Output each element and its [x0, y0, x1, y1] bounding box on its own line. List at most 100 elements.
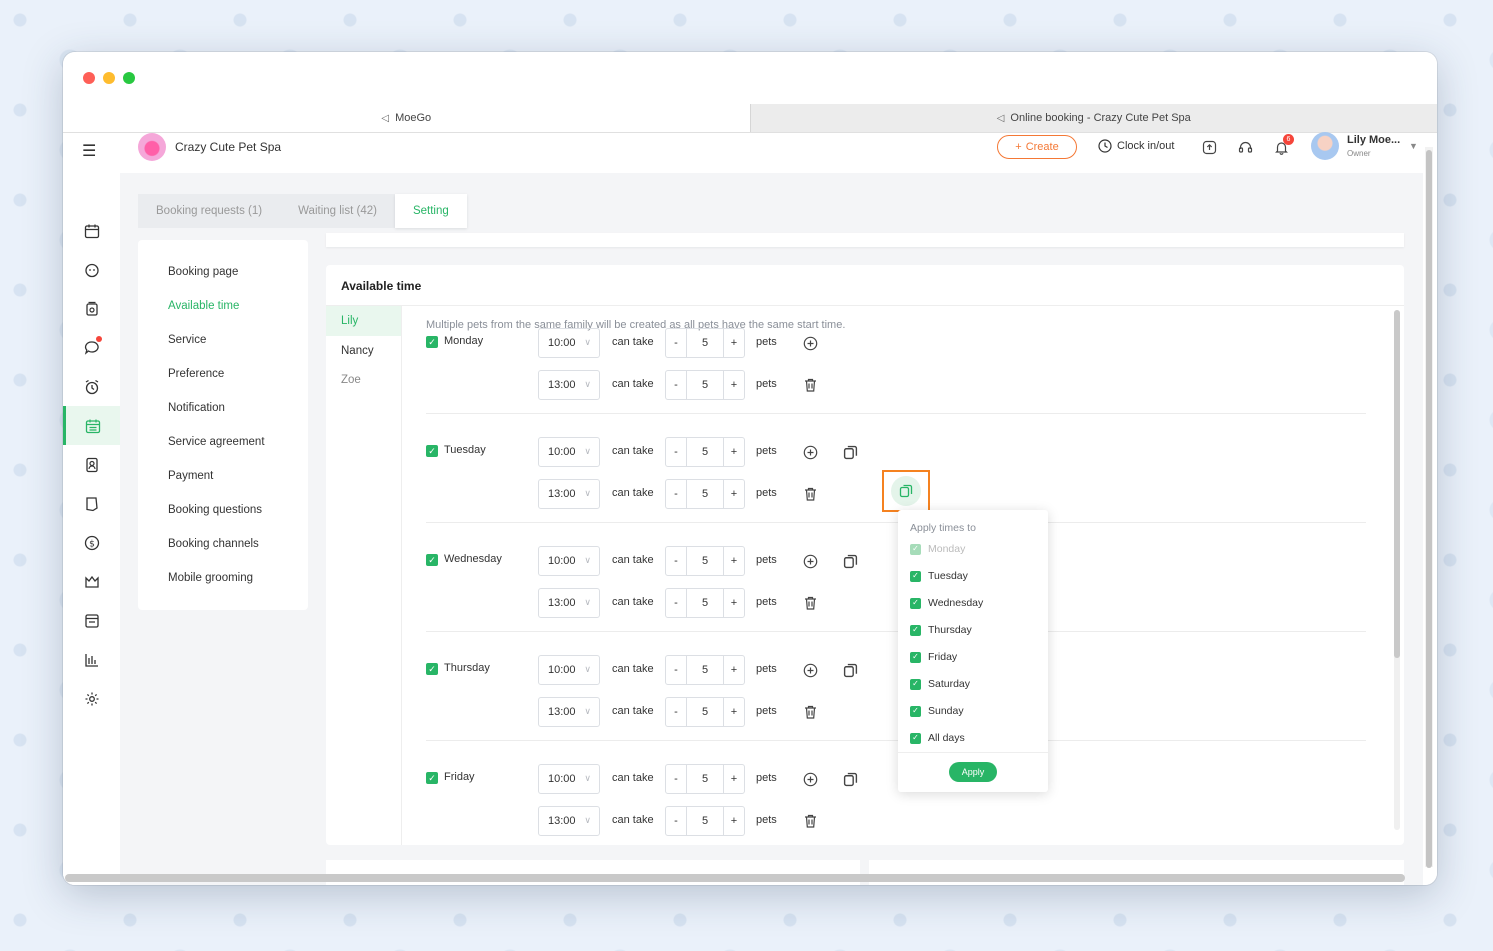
decrement-button[interactable]: - [666, 438, 686, 466]
pet-count-value[interactable]: 5 [686, 589, 724, 617]
pet-count-value[interactable]: 5 [686, 438, 724, 466]
clock-in-out-button[interactable]: Clock in/out [1098, 139, 1174, 153]
checkbox-checked-icon[interactable]: ✓ [910, 705, 921, 717]
start-time-select[interactable]: 10:00 ∨ [538, 546, 600, 576]
day-checkbox[interactable]: ✓ [426, 554, 438, 566]
checkbox-checked-icon[interactable]: ✓ [910, 597, 921, 609]
pet-count-value[interactable]: 5 [686, 656, 724, 684]
sidebar-marketing-icon[interactable] [63, 484, 120, 523]
maximize-window-button[interactable] [123, 72, 135, 84]
sidebar-calendar-icon[interactable] [63, 211, 120, 250]
copy-icon[interactable] [842, 771, 858, 787]
increment-button[interactable]: + [724, 438, 744, 466]
pet-count-value[interactable]: 5 [686, 480, 724, 508]
add-slot-icon[interactable] [802, 553, 818, 569]
increment-button[interactable]: + [724, 807, 744, 835]
decrement-button[interactable]: - [666, 371, 686, 399]
decrement-button[interactable]: - [666, 656, 686, 684]
start-time-select[interactable]: 13:00 ∨ [538, 479, 600, 509]
menu-item-service[interactable]: Service [168, 334, 206, 346]
staff-item-zoe[interactable]: Zoe [326, 365, 401, 395]
add-slot-icon[interactable] [802, 335, 818, 351]
sidebar-message-icon[interactable] [63, 328, 120, 367]
browser-tab-moego[interactable]: ◁ MoeGo [63, 104, 750, 132]
decrement-button[interactable]: - [666, 589, 686, 617]
apply-button[interactable]: Apply [949, 762, 997, 782]
card-scrollbar-thumb[interactable] [1394, 310, 1400, 658]
delete-slot-icon[interactable] [802, 595, 818, 611]
increment-button[interactable]: + [724, 656, 744, 684]
start-time-select[interactable]: 10:00 ∨ [538, 437, 600, 467]
upload-icon[interactable] [1200, 138, 1218, 156]
delete-slot-icon[interactable] [802, 704, 818, 720]
decrement-button[interactable]: - [666, 807, 686, 835]
staff-item-nancy[interactable]: Nancy [326, 336, 401, 366]
horizontal-scrollbar[interactable] [65, 874, 1405, 882]
menu-item-service-agreement[interactable]: Service agreement [168, 436, 265, 448]
copy-icon[interactable] [842, 553, 858, 569]
close-window-button[interactable] [83, 72, 95, 84]
checkbox-checked-icon[interactable]: ✓ [910, 651, 921, 663]
start-time-select[interactable]: 13:00 ∨ [538, 588, 600, 618]
menu-item-preference[interactable]: Preference [168, 368, 224, 380]
decrement-button[interactable]: - [666, 698, 686, 726]
apply-option-saturday[interactable]: ✓ Saturday [910, 678, 970, 690]
copy-icon[interactable] [842, 444, 858, 460]
chevron-down-icon[interactable]: ▼ [1409, 141, 1418, 151]
checkbox-checked-icon[interactable]: ✓ [910, 732, 921, 744]
user-name[interactable]: Lily Moe... [1347, 134, 1400, 146]
pet-count-value[interactable]: 5 [686, 371, 724, 399]
apply-option-all-days[interactable]: ✓ All days [910, 732, 965, 744]
increment-button[interactable]: + [724, 371, 744, 399]
start-time-select[interactable]: 10:00 ∨ [538, 764, 600, 794]
decrement-button[interactable]: - [666, 329, 686, 357]
sidebar-analytics-icon[interactable] [63, 640, 120, 679]
tab-setting[interactable]: Setting [394, 194, 467, 228]
minimize-window-button[interactable] [103, 72, 115, 84]
add-slot-icon[interactable] [802, 444, 818, 460]
pet-count-value[interactable]: 5 [686, 547, 724, 575]
checkbox-checked-icon[interactable]: ✓ [910, 678, 921, 690]
pet-count-value[interactable]: 5 [686, 329, 724, 357]
headset-icon[interactable] [1236, 138, 1254, 156]
sidebar-settings-icon[interactable] [63, 679, 120, 718]
pet-count-value[interactable]: 5 [686, 698, 724, 726]
add-slot-icon[interactable] [802, 771, 818, 787]
sidebar-store-icon[interactable] [63, 289, 120, 328]
sidebar-staff-icon[interactable] [63, 445, 120, 484]
increment-button[interactable]: + [724, 589, 744, 617]
pet-count-value[interactable]: 5 [686, 765, 724, 793]
copy-icon[interactable] [842, 662, 858, 678]
menu-item-notification[interactable]: Notification [168, 402, 225, 414]
apply-option-tuesday[interactable]: ✓ Tuesday [910, 570, 968, 582]
browser-tab-online-booking[interactable]: ◁ Online booking - Crazy Cute Pet Spa [749, 104, 1437, 132]
staff-item-lily[interactable]: Lily [326, 306, 401, 336]
sidebar-membership-icon[interactable] [63, 562, 120, 601]
add-slot-icon[interactable] [802, 662, 818, 678]
apply-option-friday[interactable]: ✓ Friday [910, 651, 957, 663]
menu-item-payment[interactable]: Payment [168, 470, 213, 482]
menu-item-booking-questions[interactable]: Booking questions [168, 504, 262, 516]
delete-slot-icon[interactable] [802, 486, 818, 502]
pet-count-value[interactable]: 5 [686, 807, 724, 835]
copy-times-button-highlighted[interactable] [882, 470, 930, 512]
decrement-button[interactable]: - [666, 480, 686, 508]
day-checkbox[interactable]: ✓ [426, 336, 438, 348]
decrement-button[interactable]: - [666, 547, 686, 575]
start-time-select[interactable]: 13:00 ∨ [538, 697, 600, 727]
checkbox-checked-icon[interactable]: ✓ [910, 624, 921, 636]
delete-slot-icon[interactable] [802, 377, 818, 393]
apply-option-thursday[interactable]: ✓ Thursday [910, 624, 972, 636]
delete-slot-icon[interactable] [802, 813, 818, 829]
menu-item-booking-channels[interactable]: Booking channels [168, 538, 259, 550]
sidebar-report-icon[interactable] [63, 601, 120, 640]
menu-item-available-time[interactable]: Available time [168, 300, 239, 312]
apply-option-sunday[interactable]: ✓ Sunday [910, 705, 964, 717]
menu-icon[interactable]: ☰ [82, 141, 100, 161]
sidebar-alarm-icon[interactable] [63, 367, 120, 406]
increment-button[interactable]: + [724, 480, 744, 508]
increment-button[interactable]: + [724, 329, 744, 357]
decrement-button[interactable]: - [666, 765, 686, 793]
increment-button[interactable]: + [724, 765, 744, 793]
user-avatar[interactable] [1311, 132, 1339, 160]
